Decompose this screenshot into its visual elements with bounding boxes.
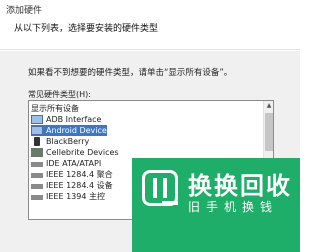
list-item-blackberry[interactable]: BlackBerry <box>31 136 89 147</box>
chip-icon <box>31 148 43 157</box>
list-item-label: 显示所有设备 <box>31 104 79 113</box>
monitor-icon <box>31 115 43 124</box>
wizard-subtitle: 从以下列表，选择要安装的硬件类型 <box>14 24 159 34</box>
instruction-text: 如果看不到想要的硬件类型，请单击“显示所有设备”。 <box>28 68 233 78</box>
list-item-label: Cellebrite Devices <box>46 148 119 157</box>
title-bar: 添加硬件 <box>0 0 300 18</box>
port-icon <box>31 173 43 178</box>
list-item-adb-interface[interactable]: ADB Interface <box>31 114 101 125</box>
hardware-type-label: 常见硬件类型(H): <box>28 90 91 99</box>
watermark-title: 换换回收 <box>188 172 292 200</box>
port-icon <box>31 195 43 200</box>
list-item-ieee-1284-device[interactable]: IEEE 1284.4 设备 <box>31 180 113 191</box>
list-item-label: BlackBerry <box>46 137 90 146</box>
list-item-ide-ata[interactable]: IDE ATA/ATAPI <box>31 158 101 169</box>
list-item-ieee-1284-aggregate[interactable]: IEEE 1284.4 聚合 <box>31 169 113 180</box>
list-item-show-all[interactable]: 显示所有设备 <box>31 103 79 114</box>
watermark-overlay: 换换回收 旧手机换钱 <box>132 158 300 252</box>
list-item-label: Android Device <box>46 126 107 135</box>
list-item-ieee-1394-host[interactable]: IEEE 1394 主控 <box>31 191 105 202</box>
list-item-android-device[interactable]: Android Device <box>31 125 107 136</box>
watermark-subtitle: 旧手机换钱 <box>188 200 279 214</box>
phone-icon <box>34 137 40 146</box>
list-item-label: ADB Interface <box>46 115 102 124</box>
list-item-label: IEEE 1284.4 聚合 <box>46 170 113 179</box>
port-icon <box>31 162 43 167</box>
scrollbar-thumb[interactable] <box>265 113 273 151</box>
window-title: 添加硬件 <box>6 6 43 16</box>
list-item-cellebrite-devices[interactable]: Cellebrite Devices <box>31 147 119 158</box>
brand-logo-icon <box>142 170 178 206</box>
list-item-label: IDE ATA/ATAPI <box>46 159 102 168</box>
monitor-icon <box>31 126 43 135</box>
port-icon <box>31 184 43 189</box>
scroll-up-arrow-icon[interactable]: ▲ <box>265 101 273 111</box>
list-item-label: IEEE 1394 主控 <box>46 192 105 201</box>
wizard-header: 从以下列表，选择要安装的硬件类型 <box>0 18 300 50</box>
list-item-label: IEEE 1284.4 设备 <box>46 181 113 190</box>
